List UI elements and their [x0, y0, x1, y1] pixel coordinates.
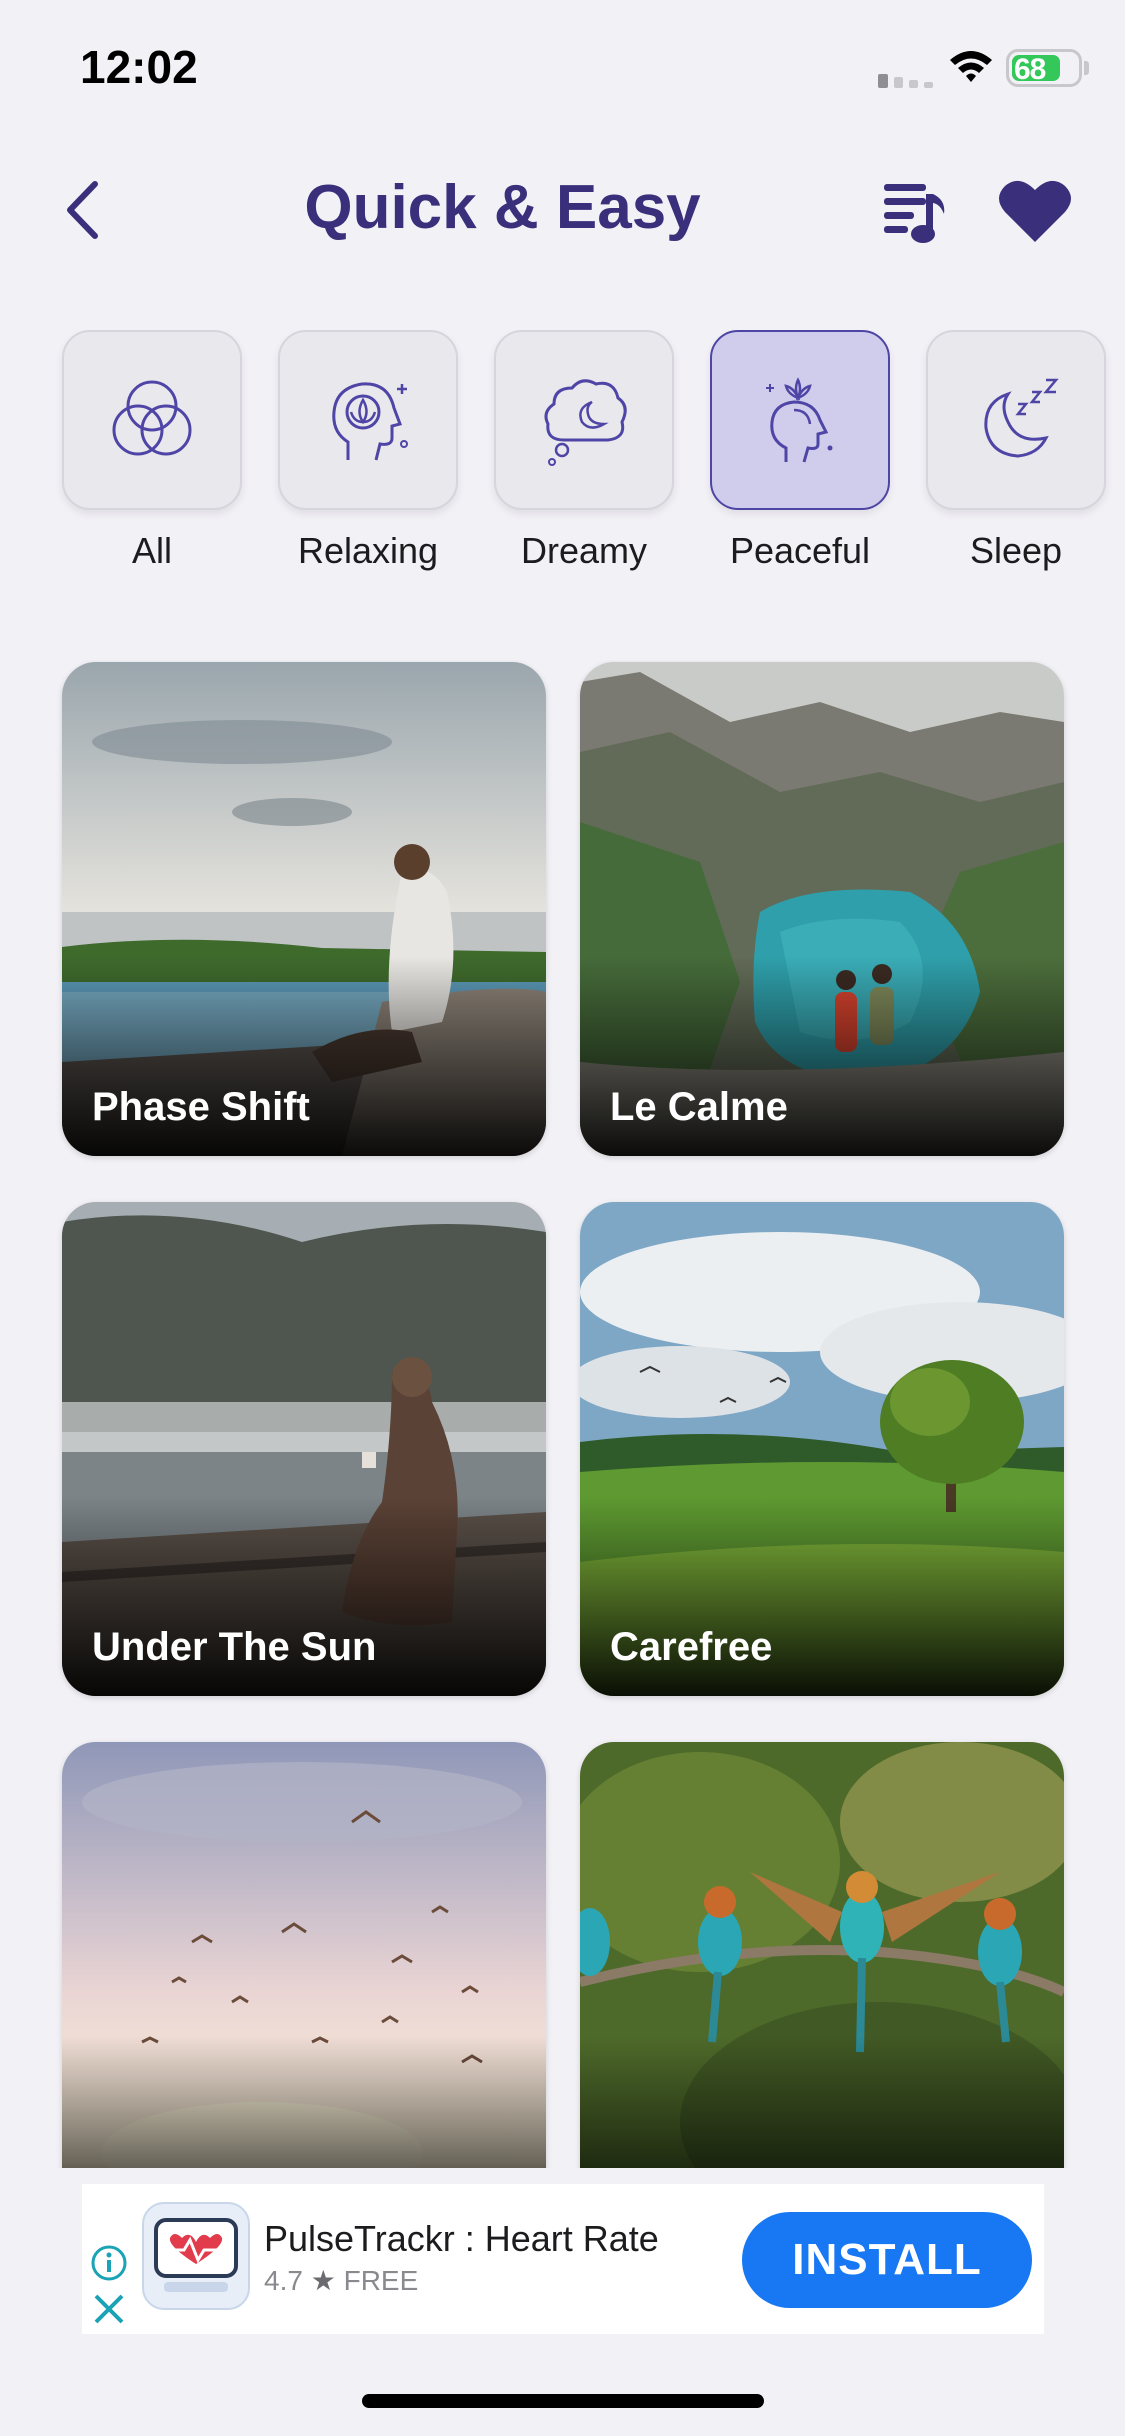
app-icon: [142, 2202, 250, 2310]
track-grid: Phase Shift Le Calme Under The Sun Caref…: [0, 660, 1125, 2168]
playlist-icon[interactable]: [880, 170, 950, 250]
category-dreamy[interactable]: Dreamy: [494, 330, 674, 580]
category-peaceful[interactable]: Peaceful: [710, 330, 890, 580]
track-card-birds-sunset[interactable]: [62, 1742, 546, 2168]
head-meditation-icon: [766, 377, 833, 463]
cellular-signal-icon: [878, 74, 933, 88]
track-card-phase-shift[interactable]: Phase Shift: [62, 662, 546, 1156]
category-sleep[interactable]: Sleep: [926, 330, 1106, 580]
card-title: Phase Shift: [92, 1085, 310, 1129]
ad-banner[interactable]: PulseTrackr : Heart Rate 4.7 ★ FREE INST…: [82, 2184, 1044, 2334]
ad-rating: 4.7 ★ FREE: [264, 2264, 418, 2297]
category-all[interactable]: All: [62, 330, 242, 580]
card-title: Le Calme: [610, 1085, 788, 1129]
header: Quick & Easy: [0, 140, 1125, 280]
rating-value: 4.7: [264, 2265, 303, 2296]
battery-icon: 68: [1006, 49, 1082, 87]
category-label: Relaxing: [297, 530, 439, 571]
wifi-icon: [950, 51, 992, 82]
category-relaxing[interactable]: Relaxing: [278, 330, 458, 580]
status-time: 12:02: [80, 41, 198, 93]
moon-zzz-icon: [984, 378, 1059, 458]
install-button[interactable]: INSTALL: [742, 2212, 1032, 2308]
heart-monitor-icon: [154, 2218, 238, 2292]
category-label: Sleep: [969, 530, 1063, 571]
battery-level: 68: [1014, 53, 1046, 86]
circles-icon: [112, 380, 192, 456]
track-card-carefree[interactable]: Carefree: [580, 1202, 1064, 1696]
ad-app-name: PulseTrackr : Heart Rate: [264, 2218, 659, 2259]
track-card-le-calme[interactable]: Le Calme: [580, 662, 1064, 1156]
status-bar: 12:02 68: [0, 0, 1125, 140]
card-title: Carefree: [610, 1625, 773, 1669]
category-label: Peaceful: [729, 530, 871, 571]
screen: 12:02 68 Quick & Easy All Relaxing Dream…: [0, 0, 1125, 2436]
category-label: Dreamy: [520, 530, 648, 571]
info-icon[interactable]: [90, 2244, 128, 2282]
category-label: All: [131, 530, 172, 571]
head-lotus-icon: [332, 382, 408, 461]
home-indicator: [362, 2394, 764, 2408]
price-label: FREE: [343, 2265, 419, 2296]
star-icon: ★: [310, 2265, 336, 2296]
track-card-under-the-sun[interactable]: Under The Sun: [62, 1202, 546, 1696]
heart-icon[interactable]: [995, 170, 1075, 250]
cloud-moon-icon: [544, 379, 627, 466]
category-filter-bar: All Relaxing Dreamy Peaceful Sleep: [0, 330, 1125, 590]
close-icon[interactable]: [90, 2290, 128, 2328]
card-title: Under The Sun: [92, 1625, 377, 1669]
track-card-bee-eaters[interactable]: [580, 1742, 1064, 2168]
page-title: Quick & Easy: [304, 173, 701, 242]
